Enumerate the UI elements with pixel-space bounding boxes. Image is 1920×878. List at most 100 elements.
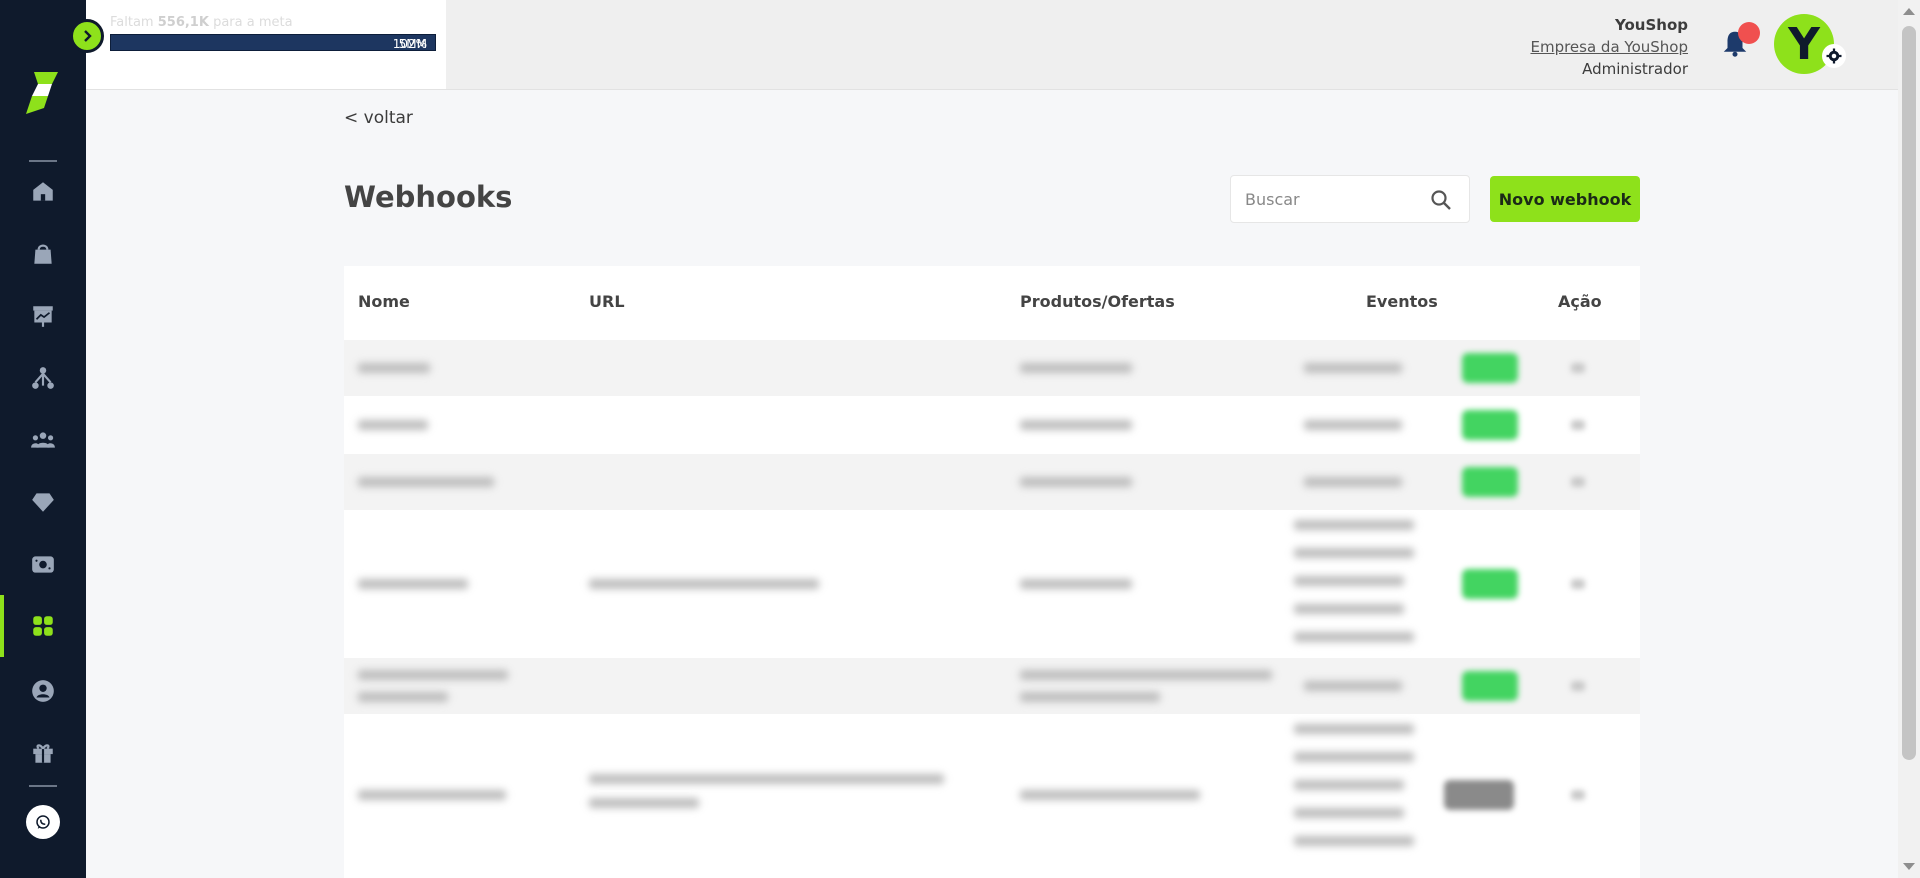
action-icon[interactable] <box>1571 420 1585 430</box>
sidebar-item-products[interactable] <box>0 223 86 285</box>
row-url-redacted <box>589 579 819 589</box>
row-events-redacted <box>1294 576 1404 586</box>
action-icon[interactable] <box>1571 579 1585 589</box>
whatsapp-icon <box>36 815 50 829</box>
header-name: Nome <box>358 292 410 311</box>
bag-icon <box>34 244 52 264</box>
row-events-redacted <box>1294 752 1414 762</box>
home-icon <box>33 182 53 201</box>
row-events-redacted <box>1294 808 1404 818</box>
chevron-right-icon <box>84 30 92 42</box>
diamond-icon <box>32 493 54 512</box>
row-name-redacted <box>358 477 494 487</box>
sidebar-item-apps[interactable] <box>0 595 86 657</box>
chart-board-icon <box>33 306 53 327</box>
scroll-thumb[interactable] <box>1902 26 1916 760</box>
row-name-redacted <box>358 579 468 589</box>
avatar[interactable]: Y <box>1774 14 1834 74</box>
webhooks-table: Nome URL Produtos/Ofertas Eventos Ação <box>344 266 1640 878</box>
goal-card: Faltam 556,1K para a meta 102% 5MM <box>86 0 446 89</box>
sidebar-item-home[interactable] <box>0 161 86 223</box>
header-products: Produtos/Ofertas <box>1020 292 1175 311</box>
goal-amount: 556,1K <box>157 15 209 30</box>
page-title: Webhooks <box>344 180 513 214</box>
sidebar-item-network[interactable] <box>0 347 86 409</box>
goal-prefix: Faltam <box>110 15 158 30</box>
row-events-redacted <box>1294 836 1414 846</box>
status-badge <box>1462 410 1518 440</box>
row-products-redacted <box>1020 670 1272 680</box>
users-icon <box>31 432 55 448</box>
header-events: Eventos <box>1366 292 1438 311</box>
row-products-redacted <box>1020 790 1200 800</box>
row-events-redacted <box>1304 477 1402 487</box>
row-name-redacted <box>358 420 428 430</box>
row-name-redacted <box>358 692 448 702</box>
gift-icon <box>33 744 53 763</box>
search-icon[interactable] <box>1429 188 1453 212</box>
action-icon[interactable] <box>1571 790 1585 800</box>
table-row[interactable] <box>344 340 1640 396</box>
row-products-redacted <box>1020 363 1132 373</box>
logo-icon[interactable] <box>20 66 64 120</box>
sidebar-item-affiliates[interactable] <box>0 409 86 471</box>
table-header: Nome URL Produtos/Ofertas Eventos Ação <box>344 266 1640 340</box>
goal-target: 5MM <box>398 37 427 51</box>
user-role: Administrador <box>1582 60 1688 78</box>
status-badge <box>1462 671 1518 701</box>
search-input[interactable]: Buscar <box>1230 175 1470 223</box>
new-webhook-button[interactable]: Novo webhook <box>1490 176 1640 222</box>
user-name: YouShop <box>1615 16 1688 34</box>
page-scrollbar[interactable] <box>1898 0 1920 878</box>
scroll-down-icon[interactable] <box>1903 863 1915 870</box>
sidebar <box>0 0 86 878</box>
row-url-redacted <box>589 774 944 784</box>
network-icon <box>32 367 54 389</box>
scroll-up-icon[interactable] <box>1903 8 1915 15</box>
row-events-redacted <box>1304 420 1402 430</box>
row-name-redacted <box>358 670 508 680</box>
notification-badge <box>1738 22 1760 44</box>
back-link[interactable]: < voltar <box>344 108 413 128</box>
whatsapp-button[interactable] <box>26 805 60 839</box>
row-name-redacted <box>358 363 430 373</box>
row-products-redacted <box>1020 692 1160 702</box>
user-info: YouShop Empresa da YouShop Administrador <box>1530 14 1688 80</box>
sidebar-item-account[interactable] <box>0 660 86 722</box>
cash-icon <box>32 556 54 573</box>
expand-sidebar-button[interactable] <box>70 19 104 53</box>
table-row[interactable] <box>344 396 1640 454</box>
sidebar-item-rewards[interactable] <box>0 722 86 784</box>
sidebar-item-finance[interactable] <box>0 533 86 595</box>
action-icon[interactable] <box>1571 363 1585 373</box>
sidebar-divider-bottom <box>29 785 57 787</box>
action-icon[interactable] <box>1571 477 1585 487</box>
row-events-redacted <box>1294 780 1404 790</box>
status-badge <box>1462 467 1518 497</box>
table-row[interactable] <box>344 714 1640 878</box>
table-row[interactable] <box>344 510 1640 658</box>
row-products-redacted <box>1020 477 1132 487</box>
company-link[interactable]: Empresa da YouShop <box>1530 36 1688 58</box>
search-placeholder: Buscar <box>1245 190 1300 209</box>
status-badge <box>1462 569 1518 599</box>
table-row[interactable] <box>344 454 1640 510</box>
apps-icon <box>33 616 53 636</box>
sidebar-item-premium[interactable] <box>0 471 86 533</box>
action-icon[interactable] <box>1571 681 1585 691</box>
user-circle-icon <box>32 680 54 702</box>
status-badge <box>1444 780 1514 810</box>
table-row[interactable] <box>344 658 1640 714</box>
row-name-redacted <box>358 790 506 800</box>
row-events-redacted <box>1294 548 1414 558</box>
header-url: URL <box>589 292 625 311</box>
row-events-redacted <box>1294 632 1414 642</box>
header-action: Ação <box>1558 292 1602 311</box>
settings-button[interactable] <box>1822 44 1846 68</box>
row-events-redacted <box>1294 520 1414 530</box>
row-url-redacted <box>589 798 699 808</box>
notifications-button[interactable] <box>1720 22 1760 60</box>
sidebar-item-reports[interactable] <box>0 285 86 347</box>
row-products-redacted <box>1020 420 1132 430</box>
top-bar: Faltam 556,1K para a meta 102% 5MM YouSh… <box>86 0 1898 90</box>
